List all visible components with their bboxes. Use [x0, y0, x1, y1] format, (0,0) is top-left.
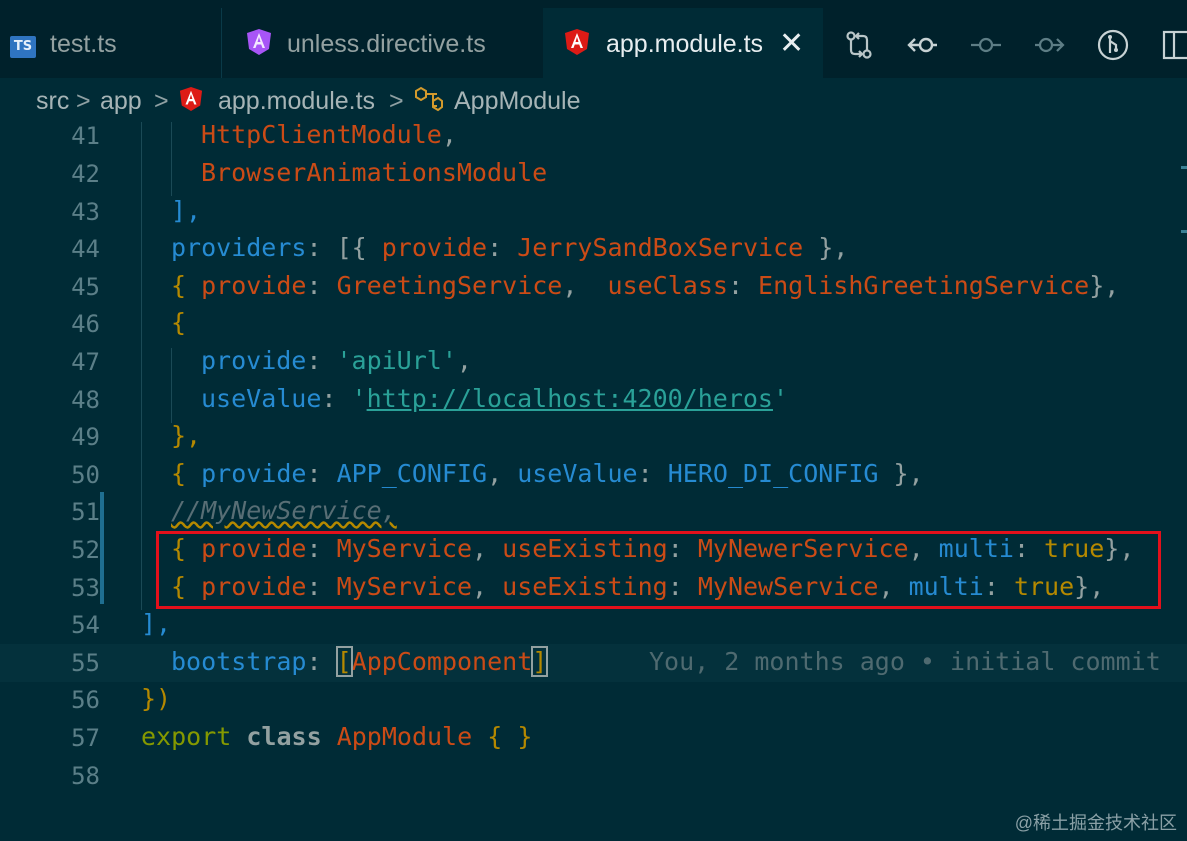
git-blame-annotation: You, 2 months ago • initial commit: [649, 647, 1161, 676]
code-line-44: providers: [{ provide: JerrySandBoxServi…: [171, 233, 849, 262]
chevron-right-icon: >: [154, 87, 169, 115]
tab-label: test.ts: [50, 30, 117, 58]
line-number: 41: [71, 122, 100, 150]
line-number: 43: [71, 198, 100, 226]
class-symbol-icon: [415, 86, 443, 112]
split-editor-icon[interactable]: [1160, 28, 1187, 62]
line-number: 50: [71, 461, 100, 489]
tab-unless-directive[interactable]: unless.directive.ts: [223, 8, 543, 78]
next-change-icon[interactable]: [1032, 28, 1066, 62]
scrollbar-marker: [1181, 166, 1187, 169]
code-line-42: BrowserAnimationsModule: [201, 158, 548, 187]
line-number: 54: [71, 611, 100, 639]
line-number: 58: [71, 762, 100, 790]
close-icon[interactable]: ✕: [779, 26, 804, 61]
chevron-right-icon: >: [76, 87, 91, 115]
commit-node-icon[interactable]: [969, 28, 1003, 62]
angular-icon: [179, 87, 203, 111]
code-editor[interactable]: 41 42 43 44 45 46 47 48 49 50 51 52 53 5…: [0, 120, 1187, 841]
line-number: 49: [71, 423, 100, 451]
code-line-54: ],: [141, 609, 172, 638]
chevron-right-icon: >: [389, 87, 404, 115]
line-number: 44: [71, 235, 100, 263]
indent-guide: [141, 122, 142, 610]
git-graph-icon[interactable]: [1096, 28, 1130, 62]
line-number: 56: [71, 686, 100, 714]
line-number: 57: [71, 724, 100, 752]
compare-changes-icon[interactable]: [842, 28, 876, 62]
code-line-51: //MyNewService,: [171, 496, 397, 525]
code-line-56: }): [141, 684, 172, 713]
git-change-indicator: [100, 492, 104, 604]
watermark: @稀土掘金技术社区: [1014, 813, 1177, 833]
indent-guide: [171, 122, 172, 196]
typescript-icon: TS: [10, 36, 36, 58]
tab-test-ts[interactable]: TS test.ts: [0, 8, 222, 78]
code-line-47: provide: 'apiUrl',: [201, 346, 472, 375]
line-number: 53: [71, 574, 100, 602]
previous-change-icon[interactable]: [906, 28, 940, 62]
breadcrumb-item-src[interactable]: src: [36, 87, 69, 116]
line-number: 46: [71, 310, 100, 338]
tab-label: app.module.ts: [606, 30, 764, 58]
line-number: 52: [71, 536, 100, 564]
indent-guide: [171, 348, 172, 423]
breadcrumb: src > app > app.module.ts > AppModule: [0, 78, 1187, 122]
tab-app-module-ts[interactable]: app.module.ts ✕: [543, 8, 823, 78]
breadcrumb-item-symbol[interactable]: AppModule: [454, 87, 580, 116]
angular-icon: [247, 29, 271, 55]
code-line-45: { provide: GreetingService, useClass: En…: [171, 271, 1120, 300]
breadcrumb-item-file[interactable]: app.module.ts: [218, 87, 375, 116]
editor-actions: [830, 8, 1187, 78]
line-number: 47: [71, 348, 100, 376]
line-number: 45: [71, 273, 100, 301]
tab-label: unless.directive.ts: [287, 30, 486, 58]
url-link[interactable]: http://localhost:4200/heros: [367, 384, 773, 413]
line-number: 55: [71, 649, 100, 677]
scrollbar-marker: [1181, 230, 1187, 233]
code-line-43: ],: [171, 196, 202, 225]
highlight-annotation-box: [156, 531, 1161, 609]
code-line-48: useValue: 'http://localhost:4200/heros': [201, 384, 789, 413]
code-line-46: {: [171, 308, 187, 337]
breadcrumb-item-app[interactable]: app: [100, 87, 142, 116]
code-line-57: export class AppModule { }: [141, 722, 533, 751]
code-line-50: { provide: APP_CONFIG, useValue: HERO_DI…: [171, 459, 924, 488]
line-number: 51: [71, 498, 100, 526]
line-number: 42: [71, 160, 100, 188]
tab-bar: TS test.ts unless.directive.ts app.modul…: [0, 0, 1187, 78]
line-number: 48: [71, 386, 100, 414]
code-line-49: },: [171, 421, 202, 450]
angular-icon: [565, 29, 589, 55]
code-line-41: HttpClientModule,: [201, 120, 457, 149]
code-line-55: bootstrap: [AppComponent]: [171, 646, 549, 677]
